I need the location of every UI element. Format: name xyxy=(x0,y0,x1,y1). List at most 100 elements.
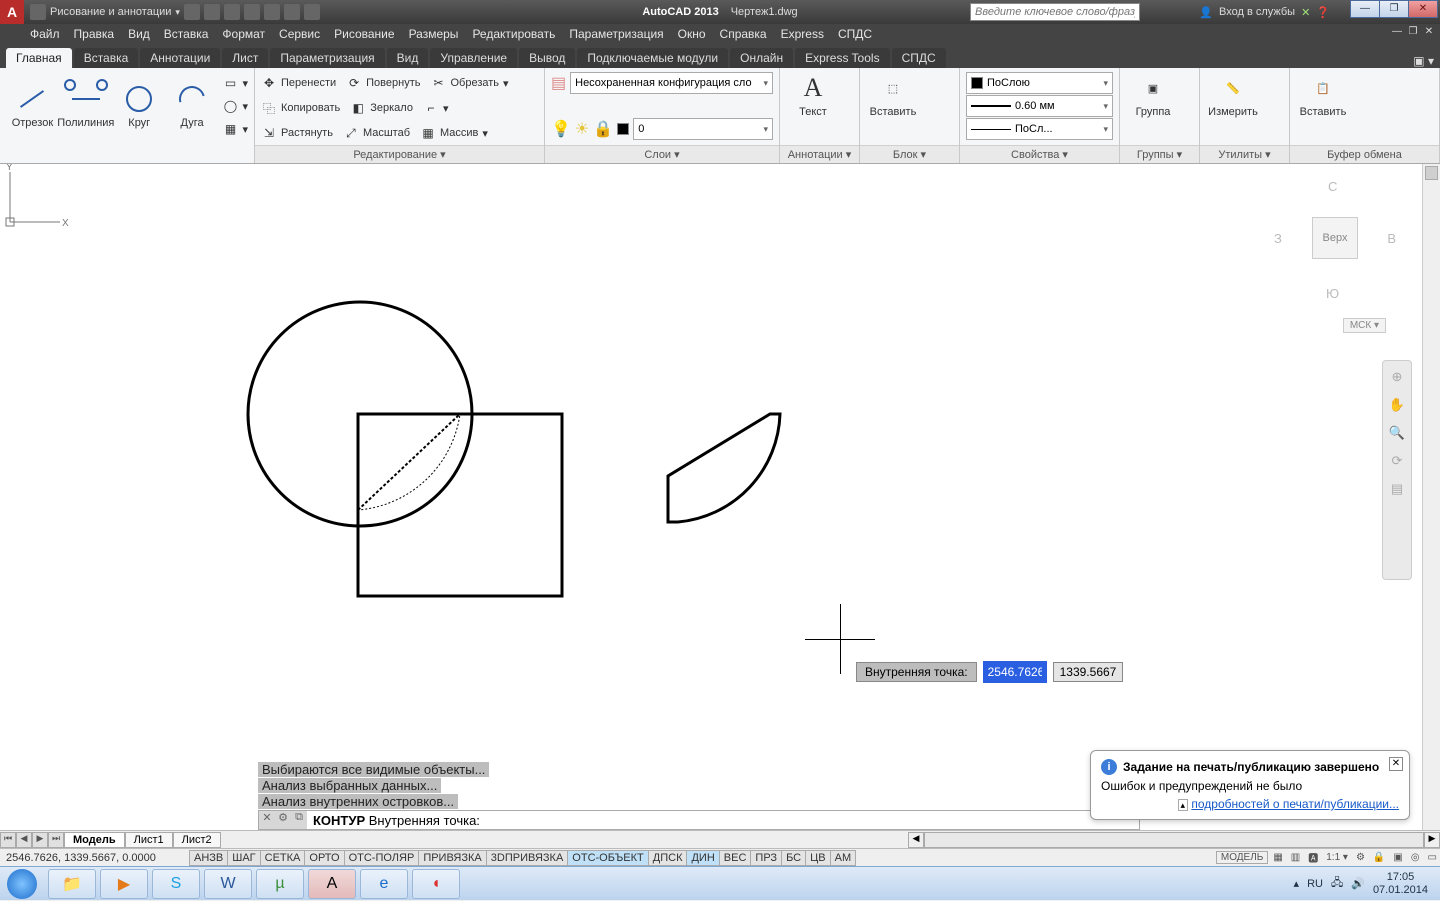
opts-cmd-icon[interactable]: ⚙ xyxy=(275,811,291,829)
arc-button[interactable]: Дуга xyxy=(166,83,219,129)
viewcube-e[interactable]: В xyxy=(1387,231,1396,246)
fullnav-icon[interactable]: ⊕ xyxy=(1387,369,1407,389)
hatch-button[interactable]: ▦▾ xyxy=(222,118,248,140)
task-skype[interactable]: S xyxy=(152,869,200,899)
task-ie[interactable]: e xyxy=(360,869,408,899)
crop-icon[interactable]: ⧉ xyxy=(291,811,307,829)
tray-up-icon[interactable]: ▴ xyxy=(1294,877,1300,890)
hscroll-left-icon[interactable]: ◀ xyxy=(908,832,924,848)
panel-caption[interactable]: Группы ▾ xyxy=(1120,145,1199,163)
redo-icon[interactable] xyxy=(304,4,320,20)
viewcube-w[interactable]: З xyxy=(1274,231,1282,246)
toggle-вес[interactable]: ВЕС xyxy=(719,850,752,866)
layout-tab-model[interactable]: Модель xyxy=(64,832,125,848)
scale-dropdown[interactable]: 1:1 ▾ xyxy=(1323,852,1351,863)
hscroll-right-icon[interactable]: ▶ xyxy=(1424,832,1440,848)
menu-item[interactable]: Формат xyxy=(222,27,265,41)
toggle-шаг[interactable]: ШАГ xyxy=(227,850,260,866)
dropdown-icon[interactable]: ▾ xyxy=(175,7,180,18)
layout-tab[interactable]: Лист1 xyxy=(125,832,173,848)
ribbon-collapse-icon[interactable]: ▣ ▾ xyxy=(1413,54,1434,68)
toggle-am[interactable]: AM xyxy=(830,850,857,866)
undo-icon[interactable] xyxy=(284,4,300,20)
toggle-дин[interactable]: ДИН xyxy=(686,850,719,866)
lock-icon[interactable]: 🔒 xyxy=(593,119,613,139)
tab-output[interactable]: Вывод xyxy=(519,48,575,68)
menu-item[interactable]: Редактировать xyxy=(472,27,555,41)
panel-caption[interactable]: Аннотации ▾ xyxy=(780,145,859,163)
toggle-3dпривязка[interactable]: 3DПРИВЯЗКА xyxy=(486,850,569,866)
copy-button[interactable]: ⿻Копировать xyxy=(261,97,340,119)
mirror-button[interactable]: ◧Зеркало xyxy=(350,97,413,119)
task-app[interactable]: ◖ xyxy=(412,869,460,899)
balloon-close-button[interactable]: ✕ xyxy=(1389,757,1403,771)
showmotion-icon[interactable]: ▤ xyxy=(1387,481,1407,501)
panel-caption[interactable]: Слои ▾ xyxy=(545,145,779,163)
tab-layout[interactable]: Лист xyxy=(222,48,268,68)
insert-block-button[interactable]: ⬚Вставить xyxy=(866,72,920,118)
viewcube[interactable]: С Ю В З Верх xyxy=(1270,175,1400,305)
hw-icon[interactable]: ▣ xyxy=(1390,852,1405,863)
menu-item[interactable]: Рисование xyxy=(334,27,394,41)
vertical-scrollbar[interactable] xyxy=(1422,164,1440,830)
task-autocad[interactable]: A xyxy=(308,869,356,899)
panel-caption[interactable]: Свойства ▾ xyxy=(960,145,1119,163)
move-button[interactable]: ✥Перенести xyxy=(261,72,336,94)
signin-label[interactable]: Вход в службы xyxy=(1219,6,1295,18)
polyline-button[interactable]: Полилиния xyxy=(59,83,113,129)
panel-caption[interactable]: Редактирование ▾ xyxy=(255,145,544,163)
search-input[interactable] xyxy=(970,3,1140,21)
ws-icon[interactable]: ⚙ xyxy=(1353,852,1368,863)
fillet-button[interactable]: ⌐▾ xyxy=(423,97,449,119)
tray-vol-icon[interactable]: 🔊 xyxy=(1351,877,1365,890)
menu-item[interactable]: СПДС xyxy=(838,27,872,41)
rect-button[interactable]: ▭▾ xyxy=(222,72,248,94)
prev-layout-icon[interactable]: ◀ xyxy=(16,832,32,848)
exchange-icon[interactable]: ✕ xyxy=(1301,6,1310,19)
ucs-dropdown[interactable]: МСК ▾ xyxy=(1343,318,1386,333)
sun-icon[interactable]: ☀ xyxy=(575,119,589,139)
menu-item[interactable]: Вставка xyxy=(164,27,209,41)
lineweight-dropdown[interactable]: 0.60 мм xyxy=(966,95,1113,117)
grid-icon[interactable]: ▦ xyxy=(1270,852,1285,863)
menu-item[interactable]: Параметризация xyxy=(569,27,663,41)
expand-icon[interactable]: ▴ xyxy=(1178,799,1189,811)
tab-view[interactable]: Вид xyxy=(387,48,429,68)
toggle-сетка[interactable]: СЕТКА xyxy=(260,850,306,866)
task-utorrent[interactable]: µ xyxy=(256,869,304,899)
toggle-дпск[interactable]: ДПСК xyxy=(648,850,688,866)
menu-item[interactable]: Express xyxy=(781,27,824,41)
next-layout-icon[interactable]: ▶ xyxy=(32,832,48,848)
clock[interactable]: 17:05 07.01.2014 xyxy=(1373,871,1428,897)
dyn-x-input[interactable] xyxy=(983,661,1047,683)
balloon-link[interactable]: подробностей о печати/публикации... xyxy=(1191,797,1399,811)
panel-caption[interactable]: Утилиты ▾ xyxy=(1200,145,1289,163)
start-button[interactable] xyxy=(0,867,44,901)
measure-button[interactable]: 📏Измерить xyxy=(1206,72,1260,118)
toggle-отс-объект[interactable]: ОТС-ОБЪЕКТ xyxy=(567,850,648,866)
menu-item[interactable]: Сервис xyxy=(279,27,320,41)
grid-icon[interactable]: ▥ xyxy=(1288,852,1303,863)
workspace-label[interactable]: Рисование и аннотации xyxy=(50,6,171,18)
bulb-icon[interactable]: 💡 xyxy=(551,119,571,139)
menu-item[interactable]: Окно xyxy=(678,27,706,41)
tray-net-icon[interactable]: 🖧 xyxy=(1331,874,1343,893)
toggle-бс[interactable]: БС xyxy=(781,850,806,866)
tab-manage[interactable]: Управление xyxy=(430,48,517,68)
linetype-dropdown[interactable]: ПоСл... xyxy=(966,118,1113,140)
layout-tab[interactable]: Лист2 xyxy=(173,832,221,848)
open-icon[interactable] xyxy=(204,4,220,20)
maximize-button[interactable]: ❐ xyxy=(1379,0,1409,18)
workspace-icon[interactable] xyxy=(30,4,46,20)
first-layout-icon[interactable]: ⏮ xyxy=(0,832,16,848)
app-logo-icon[interactable]: A xyxy=(0,0,24,24)
orbit-icon[interactable]: ⟳ xyxy=(1387,453,1407,473)
tab-insert[interactable]: Вставка xyxy=(74,48,139,68)
save-icon[interactable] xyxy=(224,4,240,20)
space-label[interactable]: МОДЕЛЬ xyxy=(1216,851,1268,864)
paste-button[interactable]: 📋Вставить xyxy=(1296,72,1350,118)
doc-min-icon[interactable]: — xyxy=(1390,26,1404,40)
menu-item[interactable]: Правка xyxy=(74,27,115,41)
text-button[interactable]: AТекст xyxy=(786,72,840,118)
layer-color-swatch[interactable] xyxy=(617,123,629,135)
